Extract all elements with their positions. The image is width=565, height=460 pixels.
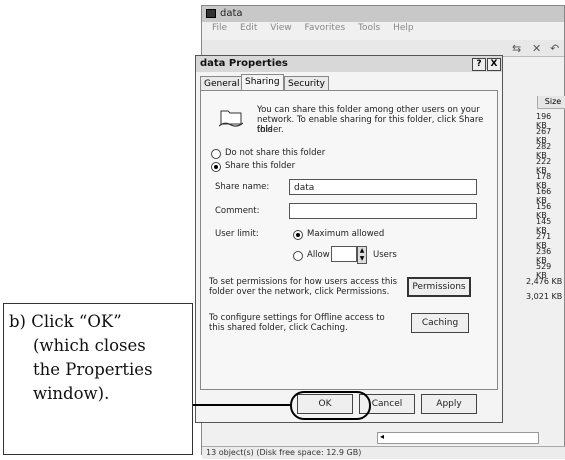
comment-input[interactable] [289,203,477,219]
permissions-text-line: folder over the network, click Permissio… [209,287,390,297]
permissions-button[interactable]: Permissions [407,277,471,297]
intro-text-line: folder. [257,125,284,135]
allow-label: Allow [307,250,330,260]
delete-icon[interactable]: ✕ [532,42,541,55]
menu-help[interactable]: Help [393,23,414,33]
explorer-title-bar: data [202,6,564,22]
caching-text-line: this shared folder, click Caching. [209,323,348,333]
dialog-title-bar: data Properties [196,56,502,72]
horizontal-scrollbar[interactable]: ◂ [377,432,539,444]
user-limit-label: User limit: [215,229,259,239]
share-name-input[interactable]: data [289,179,477,195]
share-this-folder-radio[interactable] [211,162,221,172]
allow-users-input[interactable] [331,246,357,262]
do-not-share-label: Do not share this folder [225,148,326,158]
menu-edit[interactable]: Edit [240,23,257,33]
users-label: Users [373,250,397,260]
comment-label: Comment: [215,206,260,216]
callout-line: (which closes [33,336,146,355]
apply-button[interactable]: Apply [421,394,477,414]
scroll-left-icon[interactable]: ◂ [380,432,384,441]
menu-file[interactable]: File [212,23,227,33]
callout-line: b) Click “OK” [9,312,122,331]
menu-tools[interactable]: Tools [358,23,380,33]
maximum-allowed-radio[interactable] [293,230,303,240]
size-column-header[interactable]: Size [537,96,565,109]
caching-text-line: To configure settings for Offline access… [209,313,385,323]
explorer-menu-bar: File Edit View Favorites Tools Help [202,23,564,37]
help-button[interactable]: ? [472,58,486,71]
permissions-text-line: To set permissions for how users access … [209,277,398,287]
callout-line: window). [33,384,110,403]
tab-general[interactable]: General [200,76,244,91]
move-to-icon[interactable]: ⇆ [512,42,521,55]
share-this-folder-label: Share this folder [225,161,296,171]
intro-text-line: You can share this folder among other us… [257,105,480,115]
size-cell: 2,476 KB [526,277,563,286]
menu-view[interactable]: View [270,23,291,33]
explorer-title: data [220,8,243,19]
folder-window-icon [206,9,216,18]
callout-connector-line [186,404,292,406]
allow-radio[interactable] [293,251,303,261]
dialog-title: data Properties [200,58,288,69]
callout-line: the Properties [33,360,153,379]
size-cell: 3,021 KB [526,292,563,301]
undo-icon[interactable]: ↶ [550,42,559,55]
status-bar: 13 object(s) (Disk free space: 12.9 GB) [202,446,565,459]
tab-security[interactable]: Security [284,76,329,91]
users-spinner[interactable]: ▲ ▼ [357,246,367,264]
shared-folder-icon [219,110,243,127]
menu-favorites[interactable]: Favorites [304,23,345,33]
instruction-callout: b) Click “OK” (which closes the Properti… [3,303,193,455]
ok-button-highlight [290,391,371,420]
close-button[interactable]: X [487,58,501,71]
caching-button[interactable]: Caching [411,313,469,333]
do-not-share-radio[interactable] [211,149,221,159]
share-name-label: Share name: [215,182,270,192]
maximum-allowed-label: Maximum allowed [307,229,385,239]
properties-dialog: data Properties ? X General Sharing Secu… [195,55,503,423]
intro-text-line: network. To enable sharing for this fold… [257,115,484,135]
sharing-panel: You can share this folder among other us… [200,90,498,390]
